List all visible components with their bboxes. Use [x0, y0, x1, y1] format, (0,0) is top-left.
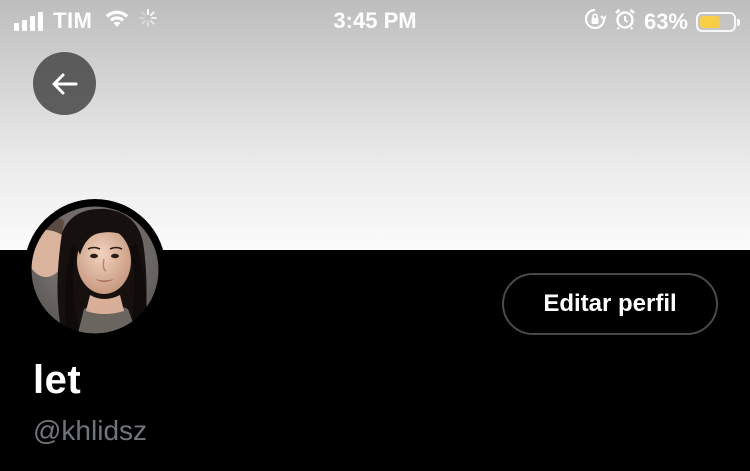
orientation-lock-icon — [584, 8, 608, 36]
alarm-icon — [614, 8, 636, 36]
edit-profile-button[interactable]: Editar perfil — [502, 273, 718, 335]
arrow-left-icon — [52, 73, 77, 94]
status-bar: TIM 3:45 PM 63% — [0, 0, 750, 40]
status-right: 63% — [584, 8, 740, 36]
profile-screen: TIM 3:45 PM 63% Editar perfil let @khlid… — [0, 0, 750, 471]
profile-display-name: let — [33, 358, 82, 402]
avatar-photo — [28, 203, 162, 337]
battery-percent: 63% — [643, 9, 688, 34]
battery-level — [700, 16, 720, 28]
avatar[interactable] — [24, 199, 166, 341]
profile-handle: @khlidsz — [33, 415, 148, 446]
battery-icon — [696, 12, 740, 32]
back-button[interactable] — [33, 52, 96, 115]
